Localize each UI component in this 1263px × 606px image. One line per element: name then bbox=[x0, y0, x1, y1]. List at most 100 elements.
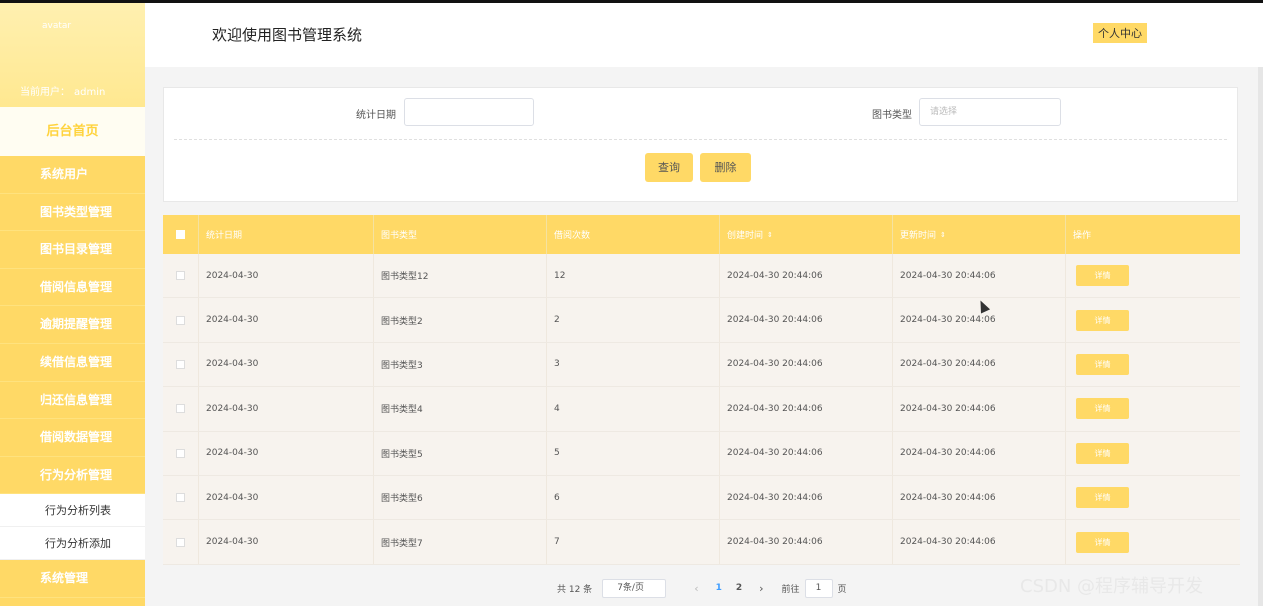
page-2-button[interactable]: 2 bbox=[736, 583, 742, 593]
detail-button[interactable]: 详情 bbox=[1076, 398, 1129, 420]
sidebar-item-home[interactable]: 后台首页 bbox=[0, 107, 145, 156]
cell-type: 图书类型4 bbox=[374, 387, 547, 431]
book-type-label: 图书类型 bbox=[872, 110, 912, 121]
data-table: 统计日期 图书类型 借阅次数 创建时间 ⇕ 更新时间 ⇕ 操作 2024-04-30… bbox=[163, 215, 1240, 565]
cell-type: 图书类型2 bbox=[374, 298, 547, 342]
cell-count: 2 bbox=[547, 298, 720, 342]
sidebar-item-borrow-info[interactable]: 借阅信息管理 bbox=[0, 269, 145, 307]
table-row: 2024-04-30 图书类型7 7 2024-04-30 20:44:06 2… bbox=[163, 520, 1240, 565]
cell-count: 4 bbox=[547, 387, 720, 431]
personal-center-button[interactable]: 个人中心 bbox=[1093, 23, 1147, 43]
sort-icon[interactable]: ⇕ bbox=[940, 231, 946, 239]
next-page-icon[interactable]: › bbox=[759, 582, 763, 595]
goto-page-input[interactable]: 1 bbox=[804, 578, 833, 598]
select-all-checkbox[interactable] bbox=[176, 230, 185, 239]
cell-count: 5 bbox=[547, 431, 720, 475]
cell-date: 2024-04-30 bbox=[199, 342, 374, 387]
sidebar-item-return-info[interactable]: 归还信息管理 bbox=[0, 382, 145, 420]
col-header-date: 统计日期 bbox=[199, 215, 374, 254]
cell-updated: 2024-04-30 20:44:06 bbox=[893, 520, 1066, 564]
pagination: 共 12 条 7条/页 ‹ 1 2 › 前往 1 页 bbox=[557, 578, 847, 598]
row-checkbox[interactable] bbox=[176, 271, 185, 281]
header: 欢迎使用图书管理系统 个人中心 bbox=[145, 3, 1263, 67]
cell-updated: 2024-04-30 20:44:06 bbox=[893, 431, 1066, 475]
sidebar: avatar 当前用户： admin 后台首页 系统用户 图书类型管理 图书目录管… bbox=[0, 3, 145, 606]
sidebar-item-overdue-reminder[interactable]: 逾期提醒管理 bbox=[0, 306, 145, 344]
cell-date: 2024-04-30 bbox=[199, 254, 374, 298]
goto-label: 前往 bbox=[781, 584, 800, 595]
cell-created: 2024-04-30 20:44:06 bbox=[720, 254, 893, 298]
sidebar-item-system-users[interactable]: 系统用户 bbox=[0, 156, 145, 194]
cell-created: 2024-04-30 20:44:06 bbox=[720, 298, 893, 342]
sidebar-item-book-catalog[interactable]: 图书目录管理 bbox=[0, 231, 145, 269]
date-label: 统计日期 bbox=[356, 110, 396, 121]
sidebar-item-system-management[interactable]: 系统管理 bbox=[0, 560, 145, 598]
cell-type: 图书类型5 bbox=[374, 431, 547, 475]
cell-created: 2024-04-30 20:44:06 bbox=[720, 520, 893, 564]
pagination-total: 共 12 条 bbox=[557, 584, 593, 595]
cell-updated: 2024-04-30 20:44:06 bbox=[893, 475, 1066, 520]
current-user-label: 当前用户： bbox=[20, 87, 70, 98]
page-title: 欢迎使用图书管理系统 bbox=[212, 26, 363, 44]
col-header-created[interactable]: 创建时间 ⇕ bbox=[720, 215, 893, 254]
cell-type: 图书类型6 bbox=[374, 475, 547, 520]
sidebar-header: avatar 当前用户： admin bbox=[0, 3, 145, 107]
cell-updated: 2024-04-30 20:44:06 bbox=[893, 342, 1066, 387]
table-row: 2024-04-30 图书类型2 2 2024-04-30 20:44:06 2… bbox=[163, 298, 1240, 343]
delete-button[interactable]: 删除 bbox=[700, 153, 751, 182]
sidebar-item-renew-info[interactable]: 续借信息管理 bbox=[0, 344, 145, 382]
col-header-created-label: 创建时间 bbox=[727, 231, 764, 241]
cell-date: 2024-04-30 bbox=[199, 431, 374, 475]
detail-button[interactable]: 详情 bbox=[1076, 309, 1129, 331]
row-checkbox[interactable] bbox=[176, 537, 185, 547]
scrollbar[interactable] bbox=[1258, 67, 1263, 606]
detail-button[interactable]: 详情 bbox=[1076, 353, 1129, 375]
cell-updated: 2024-04-30 20:44:06 bbox=[893, 387, 1066, 431]
detail-button[interactable]: 详情 bbox=[1076, 265, 1129, 287]
cell-date: 2024-04-30 bbox=[199, 387, 374, 431]
detail-button[interactable]: 详情 bbox=[1076, 487, 1129, 509]
row-checkbox[interactable] bbox=[176, 448, 185, 458]
row-checkbox[interactable] bbox=[176, 493, 185, 503]
current-user-name: admin bbox=[74, 87, 106, 98]
sidebar-subitem-analysis-add[interactable]: 行为分析添加 bbox=[0, 527, 145, 561]
table-row: 2024-04-30 图书类型3 3 2024-04-30 20:44:06 2… bbox=[163, 342, 1240, 388]
current-user: 当前用户： admin bbox=[20, 83, 105, 98]
table-row: 2024-04-30 图书类型4 4 2024-04-30 20:44:06 2… bbox=[163, 387, 1240, 432]
page-1-button[interactable]: 1 bbox=[716, 583, 722, 593]
watermark: CSDN @程序辅导开发 bbox=[1020, 576, 1204, 597]
date-input[interactable] bbox=[404, 98, 534, 126]
col-header-type: 图书类型 bbox=[374, 215, 547, 254]
sidebar-subitem-analysis-list[interactable]: 行为分析列表 bbox=[0, 494, 145, 528]
sidebar-item-behavior-analysis[interactable]: 行为分析管理 bbox=[0, 457, 145, 495]
cell-created: 2024-04-30 20:44:06 bbox=[720, 431, 893, 475]
cell-count: 7 bbox=[547, 520, 720, 564]
detail-button[interactable]: 详情 bbox=[1076, 442, 1129, 464]
table-header: 统计日期 图书类型 借阅次数 创建时间 ⇕ 更新时间 ⇕ 操作 bbox=[163, 215, 1240, 254]
row-checkbox[interactable] bbox=[176, 404, 185, 414]
cell-count: 12 bbox=[547, 254, 720, 298]
col-header-updated[interactable]: 更新时间 ⇕ bbox=[893, 215, 1066, 254]
table-row: 2024-04-30 图书类型5 5 2024-04-30 20:44:06 2… bbox=[163, 431, 1240, 476]
cell-date: 2024-04-30 bbox=[199, 475, 374, 520]
detail-button[interactable]: 详情 bbox=[1076, 531, 1129, 553]
page-size-select[interactable]: 7条/页 bbox=[602, 578, 667, 598]
row-checkbox[interactable] bbox=[176, 359, 185, 369]
query-button[interactable]: 查询 bbox=[645, 153, 693, 182]
cell-updated: 2024-04-30 20:44:06 bbox=[893, 254, 1066, 298]
table-row: 2024-04-30 图书类型12 12 2024-04-30 20:44:06… bbox=[163, 254, 1240, 299]
page-unit-label: 页 bbox=[837, 584, 847, 595]
cell-created: 2024-04-30 20:44:06 bbox=[720, 387, 893, 431]
cell-date: 2024-04-30 bbox=[199, 298, 374, 342]
prev-page-icon[interactable]: ‹ bbox=[694, 582, 698, 595]
col-header-updated-label: 更新时间 bbox=[900, 231, 937, 241]
avatar: avatar bbox=[42, 21, 72, 31]
cell-created: 2024-04-30 20:44:06 bbox=[720, 475, 893, 520]
sort-icon[interactable]: ⇕ bbox=[767, 231, 773, 239]
cell-count: 3 bbox=[547, 342, 720, 387]
book-type-select[interactable]: 请选择 bbox=[919, 98, 1061, 126]
sidebar-item-book-types[interactable]: 图书类型管理 bbox=[0, 194, 145, 232]
sidebar-item-borrow-data[interactable]: 借阅数据管理 bbox=[0, 419, 145, 457]
cell-type: 图书类型7 bbox=[374, 520, 547, 564]
row-checkbox[interactable] bbox=[176, 315, 185, 325]
